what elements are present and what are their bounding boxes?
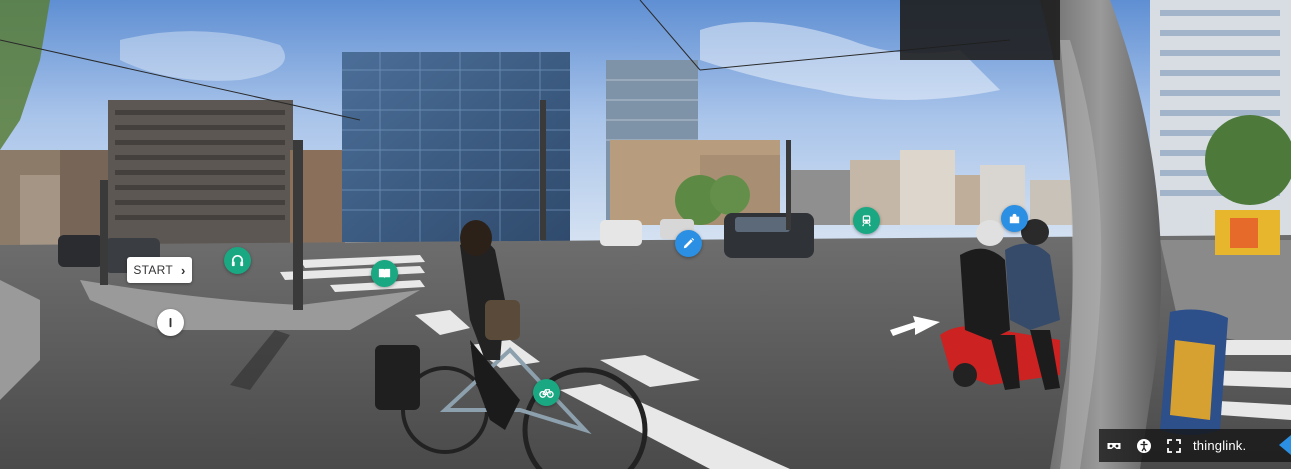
hotspot-bicycle[interactable] (533, 379, 560, 406)
hotspot-pencil[interactable] (675, 230, 702, 257)
hotspot-info[interactable] (157, 309, 184, 336)
chevron-right-icon: › (181, 262, 186, 278)
start-tour-button[interactable]: START › (127, 257, 192, 283)
tram-icon (862, 215, 871, 227)
thinglink-badge-icon (1279, 435, 1291, 455)
vr-headset-icon (1107, 442, 1121, 449)
fullscreen-icon (1167, 438, 1181, 453)
hotspot-book[interactable] (371, 260, 398, 287)
book-icon (378, 268, 391, 279)
fullscreen-button[interactable] (1159, 431, 1189, 461)
info-icon (169, 317, 172, 328)
panorama-viewer[interactable]: START › thinglink. (0, 0, 1291, 469)
panorama-scene[interactable] (0, 0, 1291, 469)
viewer-toolbar: thinglink. (1099, 429, 1291, 462)
accessibility-button[interactable] (1129, 431, 1159, 461)
headphones-icon (231, 255, 244, 267)
bicycle-icon (539, 389, 554, 398)
pencil-icon (683, 237, 695, 249)
hotspot-puzzle[interactable] (1001, 205, 1028, 232)
puzzle-icon (1009, 213, 1020, 224)
vr-mode-button[interactable] (1099, 431, 1129, 461)
start-button-label: START (133, 263, 174, 277)
hotspot-tram[interactable] (853, 207, 880, 234)
hotspot-headphones[interactable] (224, 247, 251, 274)
thinglink-logo[interactable]: thinglink. (1193, 438, 1246, 453)
accessibility-icon (1137, 438, 1151, 453)
